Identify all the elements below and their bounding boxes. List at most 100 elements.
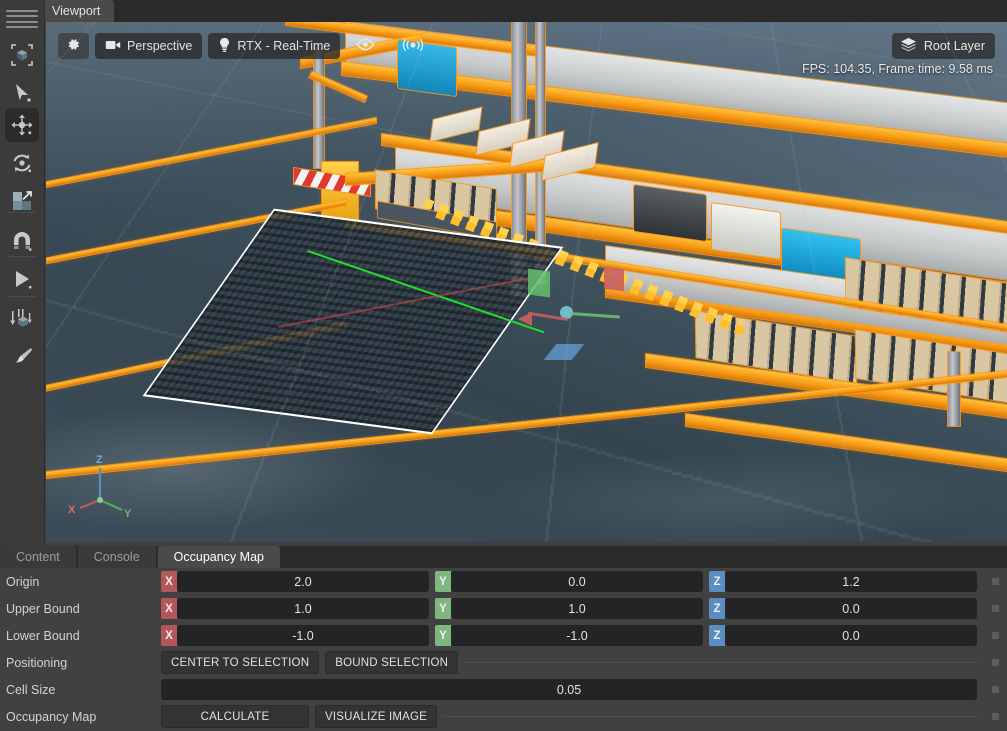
calculate-button[interactable]: CALCULATE (161, 705, 309, 728)
upper-bound-y-input[interactable]: 1.0 (451, 598, 703, 619)
tab-content[interactable]: Content (0, 546, 76, 568)
occupancy-map-label: Occupancy Map (6, 709, 97, 724)
root-layer-selector[interactable]: Root Layer (891, 33, 995, 59)
upper-bound-z-axis-tag: Z (709, 598, 725, 619)
layers-icon (900, 37, 917, 55)
snap-tool-button[interactable] (5, 224, 39, 258)
select-cube-icon (9, 42, 35, 68)
eye-icon (356, 38, 375, 54)
camera-selector[interactable]: Perspective (95, 33, 203, 59)
rail-divider-3 (8, 296, 36, 297)
occupancy-map-form: Origin X 2.0 Y 0.0 Z 1.2 Upper Bound X 1… (0, 568, 1007, 730)
row-occupancy-map-actions: Occupancy Map CALCULATE VISUALIZE IMAGE (0, 703, 1007, 730)
gizmo-plane-y[interactable] (528, 268, 550, 298)
row-cell-size: Cell Size 0.05 (0, 676, 1007, 703)
lower-bound-x-field-group: X -1.0 (161, 625, 429, 646)
upper-bound-revert-marker[interactable] (992, 605, 999, 612)
gizmo-arrow-x[interactable] (518, 312, 532, 326)
bound-selection-button[interactable]: BOUND SELECTION (325, 651, 459, 674)
rotate-tool-button[interactable] (5, 146, 39, 180)
lower-bound-z-input[interactable]: 0.0 (725, 625, 977, 646)
origin-x-field-group: X 2.0 (161, 571, 429, 592)
origin-y-axis-tag: Y (435, 571, 451, 592)
upper-bound-x-input[interactable]: 1.0 (177, 598, 429, 619)
upper-bound-y-field-group: Y 1.0 (435, 598, 703, 619)
lower-bound-label: Lower Bound (6, 628, 80, 643)
tab-console[interactable]: Console (77, 546, 156, 568)
center-to-selection-button[interactable]: CENTER TO SELECTION (161, 651, 320, 674)
gizmo-axis-y[interactable] (569, 312, 620, 319)
select-cube-tool-button[interactable] (5, 38, 39, 72)
cell-size-input[interactable]: 0.05 (161, 679, 977, 700)
viewport-scene: Z X Y (46, 22, 1007, 542)
move-tool-button[interactable] (5, 108, 39, 142)
rotate-icon (10, 151, 34, 175)
positioning-label: Positioning (6, 655, 68, 670)
visualize-image-button[interactable]: VISUALIZE IMAGE (315, 705, 438, 728)
occupancy-map-filler (443, 716, 977, 717)
row-lower-bound: Lower Bound X -1.0 Y -1.0 Z 0.0 (0, 622, 1007, 649)
lightbulb-icon (218, 37, 231, 56)
audio-button[interactable] (391, 33, 435, 59)
cell-size-revert-marker[interactable] (992, 686, 999, 693)
move-icon (10, 113, 34, 137)
origin-revert-marker[interactable] (992, 578, 999, 585)
pointer-icon (10, 81, 34, 105)
upper-bound-z-input[interactable]: 0.0 (725, 598, 977, 619)
viewport-overlay-toolbar: Perspective RTX - Real-Time (58, 33, 435, 59)
positioning-revert-marker[interactable] (992, 659, 999, 666)
root-layer-label: Root Layer (923, 39, 985, 53)
axis-label-y: Y (124, 508, 132, 520)
lower-bound-z-axis-tag: Z (709, 625, 725, 646)
play-icon (10, 267, 34, 291)
origin-label: Origin (6, 574, 40, 589)
origin-x-axis-tag: X (161, 571, 177, 592)
gear-icon (66, 37, 81, 55)
play-tool-button[interactable] (5, 262, 39, 296)
audio-icon (401, 38, 425, 55)
lower-bound-x-axis-tag: X (161, 625, 177, 646)
origin-z-input[interactable]: 1.2 (725, 571, 977, 592)
visibility-button[interactable] (346, 33, 385, 59)
row-positioning: Positioning CENTER TO SELECTION BOUND SE… (0, 649, 1007, 676)
axis-label-z: Z (96, 454, 103, 466)
paint-tool-button[interactable] (5, 340, 39, 374)
magnet-icon (10, 229, 34, 253)
upper-bound-x-axis-tag: X (161, 598, 177, 619)
fps-stats: FPS: 104.35, Frame time: 9.58 ms (801, 62, 993, 76)
axis-label-x: X (68, 504, 76, 516)
occupancy-map-revert-marker[interactable] (992, 713, 999, 720)
origin-y-input[interactable]: 0.0 (451, 571, 703, 592)
tab-occupancy-map[interactable]: Occupancy Map (157, 546, 280, 568)
translate-gizmo[interactable] (516, 262, 636, 372)
bin-white (712, 203, 780, 259)
scale-icon (10, 189, 34, 213)
bottom-dock-panel: Content Console Occupancy Map Origin X 2… (0, 546, 1007, 731)
rail-divider-1 (8, 212, 36, 213)
tab-viewport[interactable]: Viewport (38, 0, 115, 22)
viewport-3d[interactable]: Z X Y Perspective RTX - Real-Time Root L… (46, 22, 1007, 542)
lower-bound-y-axis-tag: Y (435, 625, 451, 646)
origin-y-field-group: Y 0.0 (435, 571, 703, 592)
gizmo-plane-z[interactable] (543, 344, 585, 360)
viewport-settings-button[interactable] (58, 33, 89, 59)
lower-bound-y-input[interactable]: -1.0 (451, 625, 703, 646)
lower-bound-x-input[interactable]: -1.0 (177, 625, 429, 646)
renderer-selector[interactable]: RTX - Real-Time (208, 33, 341, 59)
lower-bound-revert-marker[interactable] (992, 632, 999, 639)
dock-tabbar: Content Console Occupancy Map (0, 546, 1007, 568)
rail-divider-2 (8, 256, 36, 257)
drop-tool-button[interactable] (5, 302, 39, 336)
positioning-filler (464, 662, 977, 663)
gizmo-plane-x[interactable] (604, 266, 624, 292)
pointer-tool-button[interactable] (5, 76, 39, 110)
origin-x-input[interactable]: 2.0 (177, 571, 429, 592)
renderer-label: RTX - Real-Time (237, 39, 331, 53)
camera-icon (105, 39, 121, 54)
camera-label: Perspective (127, 39, 193, 53)
omniverse-app-window: Viewport Z X Y Perspective RTX - Real-Ti… (0, 0, 1007, 731)
row-upper-bound: Upper Bound X 1.0 Y 1.0 Z 0.0 (0, 595, 1007, 622)
row-origin: Origin X 2.0 Y 0.0 Z 1.2 (0, 568, 1007, 595)
menu-hamburger-icon[interactable] (6, 8, 38, 30)
viewport-tabbar: Viewport (0, 0, 1007, 22)
